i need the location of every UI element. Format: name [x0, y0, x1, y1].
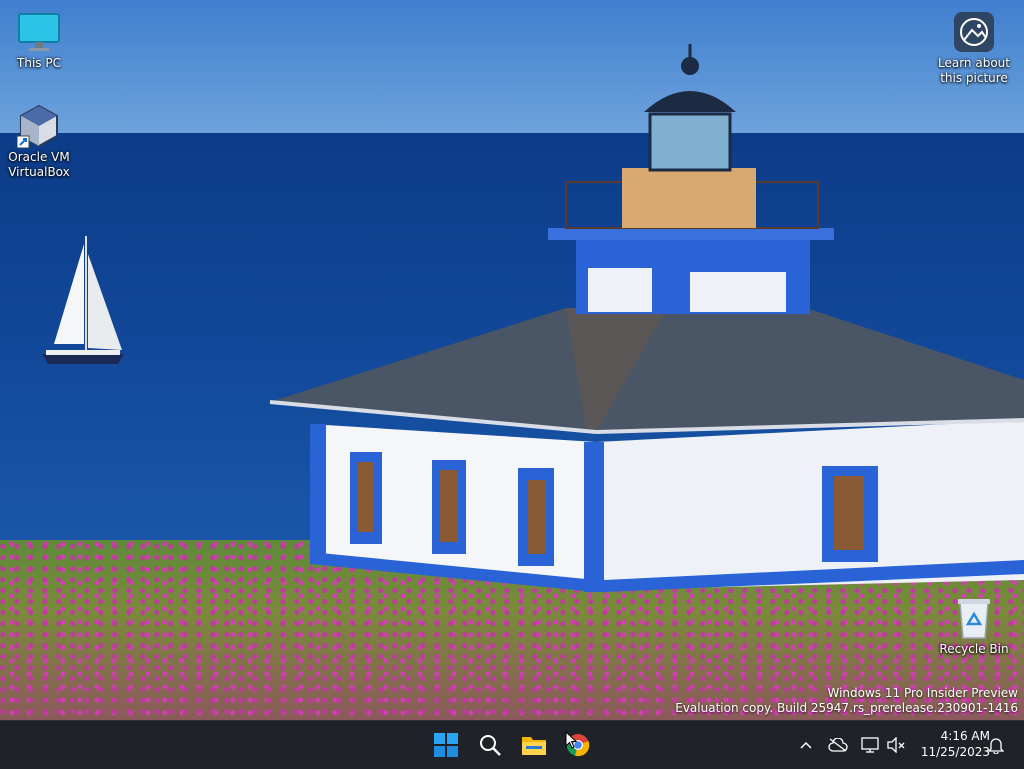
volume-tray-button[interactable] — [886, 735, 906, 755]
file-explorer-icon — [522, 737, 546, 755]
search-icon — [480, 735, 501, 756]
wallpaper-sailboat — [42, 236, 124, 364]
virtualbox-icon — [16, 104, 61, 149]
clock[interactable]: 4:16 AM 11/25/2023 — [921, 728, 990, 760]
chevron-up-icon — [800, 741, 812, 749]
windows-start-icon — [434, 733, 458, 757]
network-icon — [861, 737, 879, 753]
taskbar: 4:16 AM 11/25/2023 — [0, 720, 1024, 769]
cloud-offline-icon — [828, 738, 848, 752]
desktop-icon-label: Oracle VM VirtualBox — [8, 150, 70, 179]
search-button[interactable] — [472, 727, 508, 763]
desktop-icon-recycle-bin[interactable]: Recycle Bin — [938, 596, 1010, 657]
watermark-edition: Windows 11 Pro Insider Preview — [827, 686, 1018, 700]
onedrive-tray-button[interactable] — [828, 735, 848, 755]
mouse-cursor-icon — [565, 731, 578, 749]
desktop-icon-this-pc[interactable]: This PC — [3, 10, 75, 71]
bell-icon — [988, 738, 1004, 754]
desktop-icon-oracle-vm-virtualbox[interactable]: Oracle VM VirtualBox — [3, 104, 75, 180]
volume-muted-icon — [887, 737, 905, 753]
show-hidden-icons-button[interactable] — [796, 735, 816, 755]
monitor-icon — [17, 10, 61, 54]
desktop-icon-learn-about-this-picture[interactable]: Learn about this picture — [938, 10, 1010, 86]
start-button[interactable] — [428, 727, 464, 763]
clock-date: 11/25/2023 — [920, 745, 990, 759]
file-explorer-button[interactable] — [516, 727, 552, 763]
spotlight-icon — [952, 10, 996, 54]
evaluation-watermark: Windows 11 Pro Insider Preview Evaluatio… — [675, 686, 1018, 716]
watermark-build: Evaluation copy. Build 25947.rs_prerelea… — [675, 701, 1018, 715]
desktop-icon-label: Recycle Bin — [939, 642, 1009, 656]
network-tray-button[interactable] — [860, 735, 880, 755]
desktop-icon-label: Learn about this picture — [938, 56, 1010, 85]
desktop-icon-label: This PC — [17, 56, 61, 70]
desktop-background: This PC Oracle VM VirtualBox Learn about… — [0, 0, 1024, 720]
recycle-bin-icon — [952, 596, 996, 640]
notifications-button[interactable] — [986, 735, 1006, 755]
clock-time: 4:16 AM — [940, 729, 990, 743]
wallpaper-lighthouse — [269, 44, 1024, 592]
